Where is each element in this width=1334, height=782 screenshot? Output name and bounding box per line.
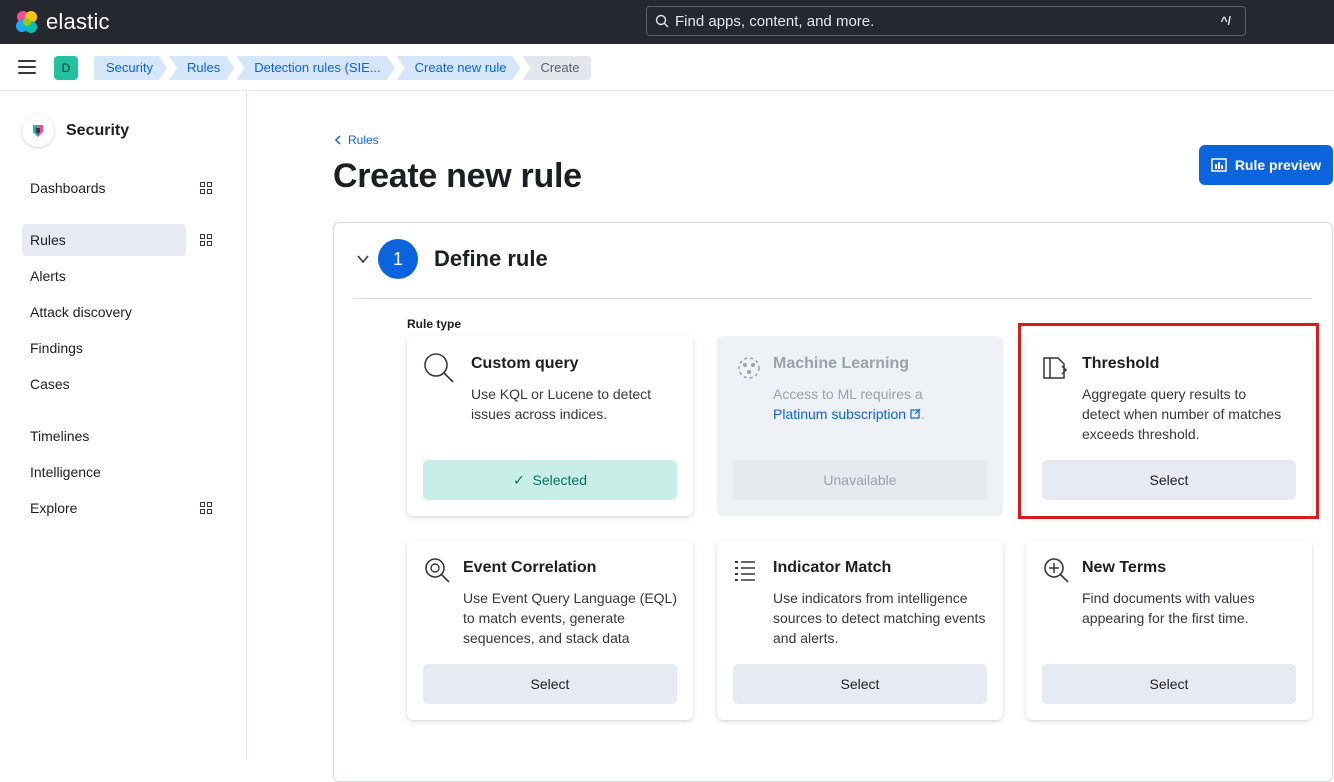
zoom-plus-icon (1044, 558, 1069, 583)
card-title: New Terms (1082, 559, 1167, 576)
chevron-down-icon[interactable] (356, 252, 370, 266)
breadcrumb-rules[interactable]: Rules (169, 56, 234, 80)
platinum-subscription-link[interactable]: Platinum subscription (773, 406, 906, 422)
step-number: 1 (378, 239, 418, 279)
rule-card-new-terms[interactable]: New Terms Find documents with values app… (1026, 540, 1312, 720)
search-icon (655, 14, 669, 28)
sidebar-item-dashboards[interactable]: Dashboards (22, 172, 186, 204)
selected-label: Selected (532, 472, 587, 488)
apps-grid-icon[interactable] (200, 502, 212, 514)
selected-button[interactable]: ✓ Selected (423, 460, 677, 500)
link-suffix: . (920, 406, 925, 422)
card-description: Access to ML requires a Platinum subscri… (773, 384, 983, 424)
sidebar-item-rules[interactable]: Rules (22, 224, 186, 256)
rule-preview-button[interactable]: Rule preview (1199, 145, 1333, 185)
select-button[interactable]: Select (423, 664, 677, 704)
back-link-label: Rules (348, 133, 379, 147)
eql-icon (425, 558, 450, 583)
rule-preview-label: Rule preview (1234, 157, 1322, 173)
page-title: Create new rule (333, 157, 582, 195)
card-title: Machine Learning (773, 355, 910, 372)
highlight-box (1018, 323, 1319, 519)
chart-icon (1211, 158, 1227, 172)
breadcrumb: Security Rules Detection rules (SIE... C… (94, 56, 593, 80)
logo-text: elastic (46, 9, 110, 34)
space-avatar[interactable]: D (54, 56, 78, 80)
card-title: Custom query (471, 355, 579, 372)
elastic-logo[interactable]: elastic (14, 8, 110, 36)
rule-card-indicator-match[interactable]: Indicator Match Use indicators from inte… (717, 540, 1003, 720)
apps-grid-icon[interactable] (200, 234, 212, 246)
search-shortcut: ^/ (1220, 14, 1231, 28)
select-button[interactable]: Select (733, 664, 987, 704)
card-description: Use indicators from intelligence sources… (773, 590, 986, 646)
rule-card-event-correlation[interactable]: Event Correlation Use Event Query Langua… (407, 540, 693, 720)
rule-card-machine-learning: Machine Learning Access to ML requires a… (717, 336, 1003, 516)
breadcrumb-bar: D Security Rules Detection rules (SIE...… (0, 44, 1334, 91)
sidebar-item-intelligence[interactable]: Intelligence (22, 456, 186, 488)
top-header: elastic Find apps, content, and more. ^/ (0, 0, 1334, 44)
menu-toggle-icon[interactable] (18, 60, 36, 74)
search-placeholder: Find apps, content, and more. (675, 12, 875, 30)
sidebar: Security Dashboards Rules Alerts Attack … (0, 91, 247, 760)
rule-type-label: Rule type (407, 317, 462, 331)
sidebar-title: Security (66, 122, 130, 139)
card-description: Find documents with values appearing for… (1082, 590, 1255, 626)
sidebar-header[interactable]: Security (22, 115, 129, 147)
breadcrumb-detection-rules[interactable]: Detection rules (SIE... (236, 56, 394, 80)
unavailable-button: Unavailable (733, 460, 987, 500)
global-search-input[interactable]: Find apps, content, and more. ^/ (646, 6, 1246, 36)
rule-card-custom-query[interactable]: Custom query Use KQL or Lucene to detect… (407, 336, 693, 516)
step-title: Define rule (434, 246, 548, 271)
card-description: Use KQL or Lucene to detect issues acros… (471, 386, 652, 422)
breadcrumb-security[interactable]: Security (94, 56, 167, 80)
sidebar-item-timelines[interactable]: Timelines (22, 420, 186, 452)
security-logo-icon (22, 115, 54, 147)
card-description: Use Event Query Language (EQL) to match … (463, 590, 678, 646)
card-title: Indicator Match (773, 559, 892, 576)
divider (353, 298, 1312, 299)
sidebar-item-explore[interactable]: Explore (22, 492, 186, 524)
breadcrumb-create-new-rule[interactable]: Create new rule (397, 56, 521, 80)
chevron-left-icon (334, 135, 341, 145)
magnifier-icon (424, 353, 454, 383)
back-to-rules-link[interactable]: Rules (334, 133, 379, 147)
breadcrumb-create: Create (522, 56, 592, 80)
ml-description-text: Access to ML requires a (773, 386, 923, 402)
ml-icon (738, 357, 760, 379)
select-button[interactable]: Select (1042, 664, 1296, 704)
check-icon: ✓ (513, 472, 525, 488)
sidebar-item-alerts[interactable]: Alerts (22, 260, 186, 292)
external-link-icon (910, 408, 921, 419)
sidebar-item-findings[interactable]: Findings (22, 332, 186, 364)
elastic-logo-icon (16, 11, 37, 33)
apps-grid-icon[interactable] (200, 182, 212, 194)
card-title: Event Correlation (463, 559, 597, 576)
sidebar-item-cases[interactable]: Cases (22, 368, 186, 400)
list-icon (735, 561, 755, 581)
sidebar-item-attack-discovery[interactable]: Attack discovery (22, 296, 186, 328)
